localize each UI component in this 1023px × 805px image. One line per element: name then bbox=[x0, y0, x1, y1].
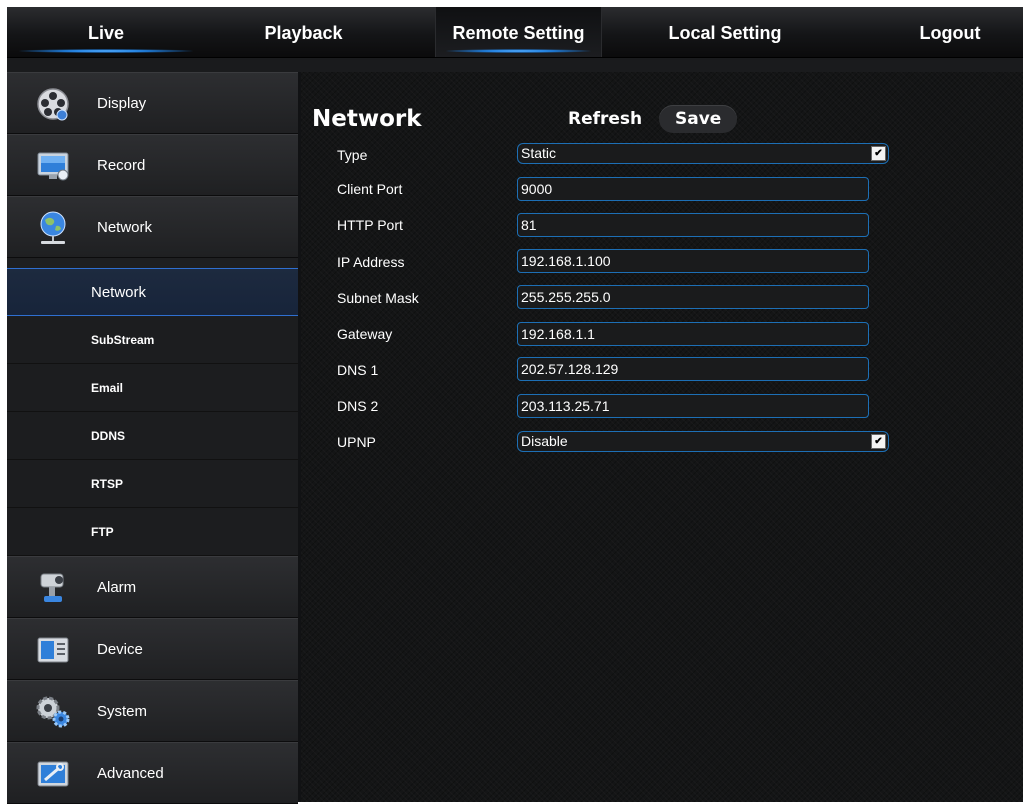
globe-network-icon bbox=[40, 211, 66, 244]
sidebar-subitem-substream[interactable]: SubStream bbox=[7, 316, 298, 364]
tab-playback[interactable]: Playback bbox=[221, 7, 386, 57]
save-button[interactable]: Save bbox=[659, 105, 738, 133]
sidebar-subitem-rtsp[interactable]: RTSP bbox=[7, 460, 298, 508]
ip-address-label: IP Address bbox=[337, 254, 405, 270]
type-select-value: Static bbox=[521, 145, 557, 161]
sidebar-item-label: Record bbox=[97, 157, 146, 174]
security-camera-icon bbox=[40, 573, 64, 602]
client-port-label: Client Port bbox=[337, 181, 403, 197]
sidebar-subitem-network[interactable]: Network bbox=[7, 268, 298, 316]
sidebar-subitem-label: FTP bbox=[91, 525, 114, 539]
tab-playback-label: Playback bbox=[264, 23, 343, 43]
sidebar-item-label: Network bbox=[97, 219, 153, 236]
sidebar-subitem-label: DDNS bbox=[91, 429, 126, 443]
sidebar-subitem-email[interactable]: Email bbox=[7, 364, 298, 412]
sidebar-item-system[interactable]: System bbox=[7, 680, 298, 742]
hard-drive-icon bbox=[37, 637, 69, 663]
tab-local-setting-label: Local Setting bbox=[668, 23, 782, 43]
refresh-button[interactable]: Refresh bbox=[568, 105, 642, 133]
sidebar-subitem-ftp[interactable]: FTP bbox=[7, 508, 298, 556]
tab-live-glow bbox=[18, 49, 194, 53]
tab-logout-label: Logout bbox=[919, 23, 981, 43]
ip-address-input[interactable]: 192.168.1.100 bbox=[517, 249, 869, 273]
upnp-select[interactable]: Disable ✔ bbox=[517, 431, 889, 452]
sidebar: Display Record Network Network SubStream… bbox=[7, 72, 298, 804]
gateway-label: Gateway bbox=[337, 326, 393, 342]
gears-icon bbox=[36, 696, 70, 728]
tab-remote-setting-label: Remote Setting bbox=[452, 23, 585, 43]
sidebar-item-alarm[interactable]: Alarm bbox=[7, 556, 298, 618]
dns1-input[interactable]: 202.57.128.129 bbox=[517, 357, 869, 381]
dns2-label: DNS 2 bbox=[337, 398, 379, 414]
sidebar-subitem-label: RTSP bbox=[91, 477, 124, 491]
film-reel-icon bbox=[37, 88, 69, 121]
upnp-label: UPNP bbox=[337, 434, 376, 450]
chevron-down-icon[interactable]: ✔ bbox=[871, 146, 886, 161]
chevron-down-icon[interactable]: ✔ bbox=[871, 434, 886, 449]
sidebar-subitem-label: SubStream bbox=[91, 333, 155, 347]
monitor-icon bbox=[37, 152, 69, 181]
tab-remote-setting-glow bbox=[445, 49, 592, 53]
sidebar-item-advanced[interactable]: Advanced bbox=[7, 742, 298, 804]
page-title: Network bbox=[312, 106, 422, 132]
type-label: Type bbox=[337, 147, 368, 163]
gateway-input[interactable]: 192.168.1.1 bbox=[517, 322, 869, 346]
sidebar-item-label: Display bbox=[97, 95, 147, 112]
app-window: Live Playback Remote Setting Local Setti… bbox=[7, 7, 1023, 804]
tab-logout[interactable]: Logout bbox=[877, 7, 1023, 57]
tab-live-label: Live bbox=[87, 23, 125, 43]
sidebar-item-network[interactable]: Network bbox=[7, 196, 298, 258]
subnet-mask-label: Subnet Mask bbox=[337, 290, 419, 306]
http-port-input[interactable]: 81 bbox=[517, 213, 869, 237]
sidebar-item-label: Device bbox=[97, 641, 143, 658]
type-select[interactable]: Static ✔ bbox=[517, 143, 889, 164]
tab-local-setting[interactable]: Local Setting bbox=[625, 7, 825, 57]
top-nav: Live Playback Remote Setting Local Setti… bbox=[7, 7, 1023, 58]
main-panel: Network Refresh Save Type Static ✔ Clien… bbox=[301, 72, 1023, 802]
tab-live[interactable]: Live bbox=[7, 7, 205, 57]
sidebar-subitem-label: Network bbox=[91, 284, 147, 301]
sidebar-item-label: Advanced bbox=[97, 765, 164, 782]
sidebar-item-display[interactable]: Display bbox=[7, 72, 298, 134]
subnet-mask-input[interactable]: 255.255.255.0 bbox=[517, 285, 869, 309]
sidebar-subitem-label: Email bbox=[91, 381, 124, 395]
dns2-input[interactable]: 203.113.25.71 bbox=[517, 394, 869, 418]
sidebar-subitem-ddns[interactable]: DDNS bbox=[7, 412, 298, 460]
http-port-label: HTTP Port bbox=[337, 217, 403, 233]
sidebar-item-label: Alarm bbox=[97, 579, 137, 596]
nav-sub-bar bbox=[7, 58, 1023, 72]
sidebar-item-label: System bbox=[97, 703, 148, 720]
upnp-select-value: Disable bbox=[521, 433, 568, 449]
advanced-tools-icon bbox=[37, 761, 69, 787]
client-port-input[interactable]: 9000 bbox=[517, 177, 869, 201]
dns1-label: DNS 1 bbox=[337, 362, 379, 378]
sidebar-item-record[interactable]: Record bbox=[7, 134, 298, 196]
tab-remote-setting[interactable]: Remote Setting bbox=[435, 7, 602, 57]
sidebar-item-device[interactable]: Device bbox=[7, 618, 298, 680]
